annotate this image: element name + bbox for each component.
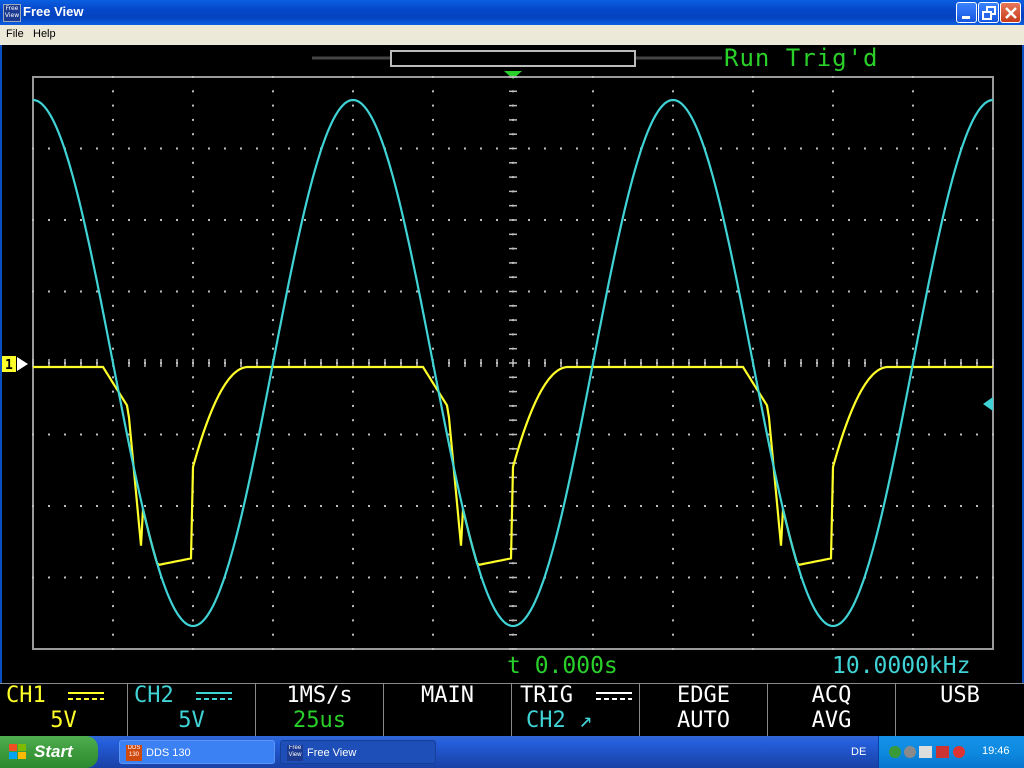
ch2-volts: 5V xyxy=(178,708,205,733)
trigger-level-icon[interactable] xyxy=(983,397,993,411)
timebase-settings[interactable]: 1MS/s 25us xyxy=(256,683,384,736)
menu-bar: File Help xyxy=(0,25,1024,45)
ch2-settings[interactable]: CH2 5V xyxy=(128,683,256,736)
network-icon xyxy=(889,746,901,758)
windows-logo-icon xyxy=(9,744,26,759)
taskbar: Start DDS 130 DDS 130 Free View Free Vie… xyxy=(0,736,1024,768)
start-button[interactable]: Start xyxy=(0,736,98,768)
svg-text:1: 1 xyxy=(5,358,13,373)
usb-label: USB xyxy=(940,683,980,708)
ch1-volts: 5V xyxy=(50,708,77,733)
restore-button[interactable] xyxy=(978,2,999,23)
task-dds130[interactable]: DDS 130 DDS 130 xyxy=(119,740,275,764)
sample-rate: 1MS/s xyxy=(286,683,353,708)
run-status: Run Trig'd xyxy=(724,45,879,72)
frequency-readout: 10.0000kHz xyxy=(832,653,970,679)
trigger-mode: AUTO xyxy=(677,708,730,733)
memory-window[interactable] xyxy=(390,50,636,67)
volume-icon xyxy=(904,746,916,758)
window-title: Free View xyxy=(23,4,84,19)
ch1-label: CH1 xyxy=(6,683,46,708)
ch2-coupling-icon xyxy=(196,692,232,700)
usb-settings[interactable]: USB xyxy=(896,683,1024,736)
trigger-time: t 0.000s xyxy=(507,653,618,679)
acq-label: ACQ xyxy=(811,683,852,708)
acq-mode: AVG xyxy=(811,708,852,733)
graticule-grid xyxy=(32,76,994,650)
time-per-div: 25us xyxy=(293,708,346,733)
dds-app-icon: DDS 130 xyxy=(126,745,142,761)
language-indicator[interactable]: DE xyxy=(851,746,866,758)
task-label: DDS 130 xyxy=(146,747,191,759)
display-icon xyxy=(919,746,932,758)
tray-icons[interactable] xyxy=(887,744,977,760)
ch1-ground-marker[interactable]: 1 xyxy=(2,356,28,373)
security-icon xyxy=(936,746,949,758)
edge-settings[interactable]: EDGE AUTO xyxy=(640,683,768,736)
title-bar[interactable]: Free View Free View xyxy=(0,0,1024,25)
clock[interactable]: 19:46 xyxy=(982,745,1010,757)
close-button[interactable] xyxy=(1000,2,1021,23)
scope-canvas: Run Trig'd 1 t 0.000s 10.0000kHz xyxy=(2,45,994,679)
main-label: MAIN xyxy=(421,683,474,708)
shield-icon xyxy=(953,746,965,758)
app-icon: Free View xyxy=(3,4,21,22)
main-mode[interactable]: MAIN xyxy=(384,683,512,736)
close-icon xyxy=(1005,7,1017,19)
minimize-icon xyxy=(962,16,970,19)
menu-help[interactable]: Help xyxy=(33,28,56,40)
acquisition-settings[interactable]: ACQ AVG xyxy=(768,683,896,736)
trigger-settings[interactable]: TRIG CH2 ↗ xyxy=(512,683,640,736)
start-label: Start xyxy=(34,742,73,761)
restore-icon xyxy=(982,6,996,20)
trig-source: CH2 ↗ xyxy=(526,708,593,733)
minimize-button[interactable] xyxy=(956,2,977,23)
oscilloscope-display[interactable]: Run Trig'd 1 t 0.000s 10.0000kHz xyxy=(0,45,1024,736)
ch1-coupling-icon xyxy=(68,692,104,700)
task-label: Free View xyxy=(307,747,357,759)
ch1-settings[interactable]: CH1 5V xyxy=(0,683,128,736)
ch2-label: CH2 xyxy=(134,683,174,708)
system-tray: 19:46 xyxy=(878,736,1024,768)
freeview-app-icon: Free View xyxy=(287,745,303,761)
edge-label: EDGE xyxy=(677,683,730,708)
menu-file[interactable]: File xyxy=(6,28,24,40)
trig-coupling-icon xyxy=(596,692,632,700)
task-freeview[interactable]: Free View Free View xyxy=(280,740,436,764)
